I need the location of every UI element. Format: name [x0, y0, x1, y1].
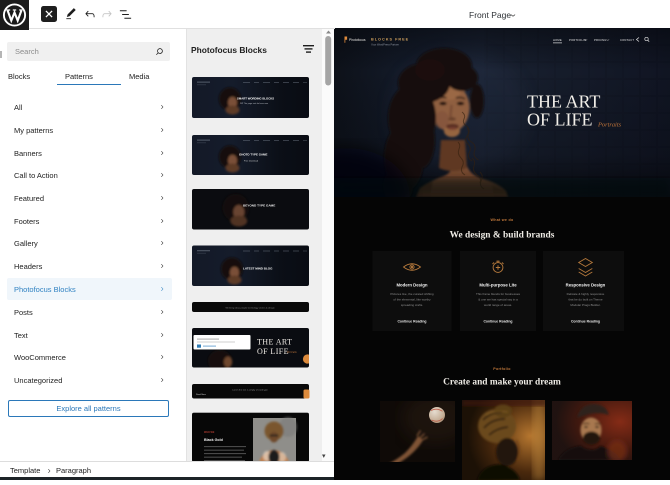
svg-text:Photofocus: Photofocus — [349, 38, 366, 42]
svg-text:Your WordPress Partner: Your WordPress Partner — [371, 43, 399, 47]
svg-text:Lorem the text is simply of wo: Lorem the text is simply of word type — [232, 389, 268, 392]
svg-text:THE ART: THE ART — [257, 338, 292, 347]
svg-text:Portraits: Portraits — [597, 122, 622, 129]
svg-text:CONTACT: CONTACT — [620, 38, 634, 42]
svg-text:Modular Prags Builder.: Modular Prags Builder. — [570, 303, 601, 307]
svg-text:LATEST MIND BLOG: LATEST MIND BLOG — [243, 266, 273, 270]
svg-text:Create and make your dream: Create and make your dream — [443, 378, 561, 388]
svg-text:& one we has special say in a: & one we has special say in a — [478, 298, 518, 302]
svg-text:Continue Reading: Continue Reading — [483, 320, 512, 324]
svg-text:Responsive Design: Responsive Design — [566, 283, 606, 288]
svg-text:Portfolio: Portfolio — [493, 367, 511, 371]
svg-text:WP The page visit do have now: WP The page visit do have now — [240, 102, 269, 105]
svg-text:OF LIFE: OF LIFE — [527, 110, 593, 130]
svg-text:of the elemental, like worthy: of the elemental, like worthy — [393, 298, 431, 302]
svg-text:Read More: Read More — [196, 394, 207, 396]
svg-text:THE ART: THE ART — [527, 92, 600, 112]
svg-text:Multi-purpose Lite: Multi-purpose Lite — [479, 283, 517, 288]
svg-text:BLOCKS FREE: BLOCKS FREE — [371, 38, 409, 42]
svg-text:that be do built on Theme: that be do built on Theme — [569, 298, 603, 302]
svg-text:This frame blends for business: This frame blends for businesses — [476, 292, 521, 296]
svg-text:WHO WE: WHO WE — [204, 431, 215, 434]
svg-text:Continue Reading: Continue Reading — [397, 320, 426, 324]
svg-text:We bring ideas people technolo: We bring ideas people technology stories… — [225, 306, 275, 309]
svg-text:PORTFOLIO: PORTFOLIO — [569, 38, 586, 42]
svg-text:Delicate & highly responsive: Delicate & highly responsive — [567, 292, 605, 296]
svg-text:world range of areas.: world range of areas. — [484, 303, 512, 307]
svg-text:GHOTO TYPE GAME: GHOTO TYPE GAME — [239, 152, 267, 156]
svg-text:Continue Reading: Continue Reading — [571, 320, 600, 324]
svg-text:SMART WORDING BLOCKS: SMART WORDING BLOCKS — [237, 96, 274, 100]
svg-text:Free Download: Free Download — [244, 159, 259, 162]
svg-text:Black Gold: Black Gold — [204, 438, 223, 442]
svg-text:PRICING: PRICING — [594, 38, 607, 42]
svg-text:We design & build brands: We design & build brands — [450, 231, 555, 241]
svg-text:BEYOND TYPE GAME: BEYOND TYPE GAME — [243, 204, 275, 208]
svg-text:Modern Design: Modern Design — [396, 283, 427, 288]
svg-text:spreading crafts.: spreading crafts. — [401, 303, 423, 307]
svg-text:What we do: What we do — [491, 218, 514, 222]
svg-text:Pictures live, the curated shi: Pictures live, the curated shifting — [390, 292, 434, 296]
svg-text:OF LIFE: OF LIFE — [257, 347, 289, 356]
svg-text:Portraits: Portraits — [286, 351, 297, 354]
svg-text:HOME: HOME — [553, 38, 562, 42]
